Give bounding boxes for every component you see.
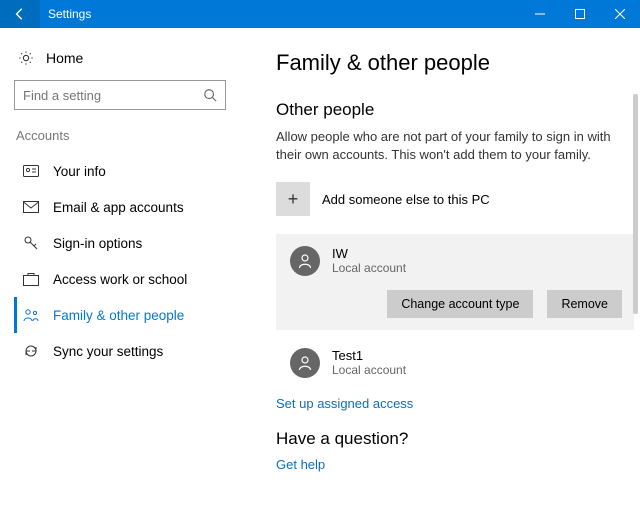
change-account-type-button[interactable]: Change account type bbox=[387, 290, 533, 318]
avatar-icon bbox=[290, 246, 320, 276]
people-icon bbox=[23, 307, 39, 323]
nav-label: Family & other people bbox=[53, 308, 184, 323]
nav-label: Sign-in options bbox=[53, 236, 142, 251]
add-someone-button[interactable]: + Add someone else to this PC bbox=[276, 176, 634, 228]
nav-family-other[interactable]: Family & other people bbox=[14, 297, 230, 333]
user-row[interactable]: Test1 Local account bbox=[276, 340, 634, 390]
key-icon bbox=[23, 235, 39, 251]
user-card-selected[interactable]: IW Local account Change account type Rem… bbox=[276, 234, 634, 330]
search-box[interactable] bbox=[14, 80, 226, 110]
user-sub: Local account bbox=[332, 261, 406, 275]
nav-label: Your info bbox=[53, 164, 106, 179]
section-other-people: Other people bbox=[276, 100, 634, 120]
id-card-icon bbox=[23, 163, 39, 179]
plus-icon: + bbox=[276, 182, 310, 216]
nav-label: Sync your settings bbox=[53, 344, 163, 359]
search-input[interactable] bbox=[23, 88, 203, 103]
get-help-link[interactable]: Get help bbox=[276, 457, 634, 472]
sidebar: Home Accounts Your info Email & app acco… bbox=[0, 28, 240, 515]
page-title: Family & other people bbox=[276, 50, 634, 76]
search-icon bbox=[203, 88, 217, 102]
gear-icon bbox=[18, 50, 34, 66]
close-button[interactable] bbox=[600, 0, 640, 28]
nav-sync-settings[interactable]: Sync your settings bbox=[14, 333, 230, 369]
other-people-desc: Allow people who are not part of your fa… bbox=[276, 128, 634, 164]
nav-access-work[interactable]: Access work or school bbox=[14, 261, 230, 297]
sync-icon bbox=[23, 343, 39, 359]
nav-signin-options[interactable]: Sign-in options bbox=[14, 225, 230, 261]
briefcase-icon bbox=[23, 271, 39, 287]
user-name: Test1 bbox=[332, 348, 406, 363]
add-someone-label: Add someone else to this PC bbox=[322, 192, 490, 207]
mail-icon bbox=[23, 199, 39, 215]
home-button[interactable]: Home bbox=[14, 46, 230, 80]
user-sub: Local account bbox=[332, 363, 406, 377]
main-panel: Family & other people Other people Allow… bbox=[240, 28, 640, 515]
user-name: IW bbox=[332, 246, 406, 261]
maximize-button[interactable] bbox=[560, 0, 600, 28]
question-heading: Have a question? bbox=[276, 429, 634, 449]
nav-label: Access work or school bbox=[53, 272, 187, 287]
nav-your-info[interactable]: Your info bbox=[14, 153, 230, 189]
nav-label: Email & app accounts bbox=[53, 200, 184, 215]
window-title: Settings bbox=[40, 0, 99, 28]
remove-button[interactable]: Remove bbox=[547, 290, 622, 318]
nav-email-accounts[interactable]: Email & app accounts bbox=[14, 189, 230, 225]
scrollbar[interactable] bbox=[633, 94, 638, 314]
home-label: Home bbox=[46, 50, 83, 66]
nav-group-label: Accounts bbox=[16, 128, 230, 143]
back-button[interactable] bbox=[0, 0, 40, 28]
minimize-button[interactable] bbox=[520, 0, 560, 28]
avatar-icon bbox=[290, 348, 320, 378]
titlebar: Settings bbox=[0, 0, 640, 28]
assigned-access-link[interactable]: Set up assigned access bbox=[276, 396, 634, 411]
